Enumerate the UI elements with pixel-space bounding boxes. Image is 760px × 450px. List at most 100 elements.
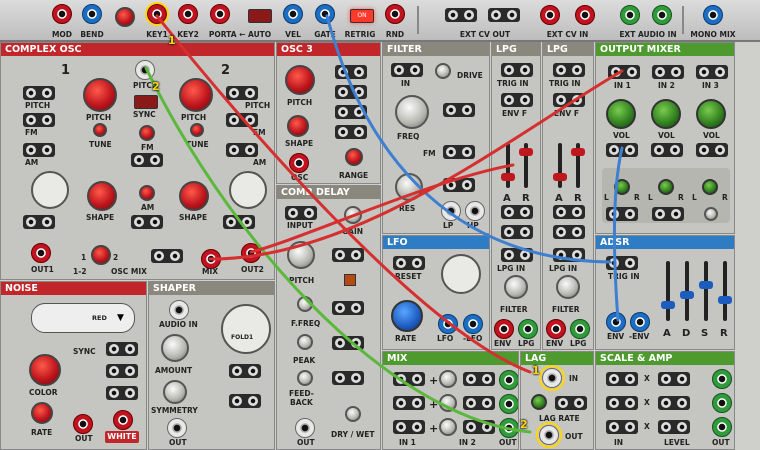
lag-rate-cv[interactable] [555,396,587,410]
lag-rate-knob[interactable] [531,394,547,410]
mix-row1-in1[interactable] [393,372,425,386]
mixer-pan-cv-1[interactable] [606,207,638,221]
ext-audio-in-jack-1[interactable] [620,5,640,25]
osc2-fm-cv[interactable] [226,113,258,127]
lpg1-cv-2[interactable] [501,225,533,239]
mix-row2-knob[interactable] [439,394,457,412]
adsr-env-jack[interactable] [606,312,626,332]
comb-pitch-knob[interactable] [287,241,315,269]
osc-mix-knob[interactable] [91,245,111,265]
osc3-cv-3[interactable] [335,105,367,119]
out2-jack[interactable] [241,243,261,263]
comb-out-jack[interactable] [295,418,315,438]
osc1-tune-knob[interactable] [93,123,107,137]
scale-row1-out[interactable] [712,369,732,389]
osc2-am-cv[interactable] [226,143,258,157]
comb-drywet-knob[interactable] [345,406,361,422]
mix-row2-out[interactable] [499,394,518,414]
noise-color-knob[interactable] [29,354,61,386]
osc3-cv-4[interactable] [335,125,367,139]
mix-row1-out[interactable] [499,370,518,390]
lfo-reset-jack[interactable] [393,256,425,270]
retrig-switch[interactable]: ON [350,9,374,23]
lpg2-envf-jack[interactable] [553,93,585,107]
lpg2-out-jack[interactable] [570,319,590,339]
mixer-vol2-cv[interactable] [651,143,683,157]
osc1-pitch-cv[interactable] [23,86,55,100]
comb-peak-knob[interactable] [297,334,313,350]
scale-row3-level[interactable] [658,420,690,434]
filter-res-cv[interactable] [443,178,475,192]
lfo-rate-knob[interactable] [391,300,423,332]
scale-row3-in[interactable] [606,420,638,434]
ext-cv-in-jack-1[interactable] [540,5,560,25]
osc3-range-knob[interactable] [345,148,363,166]
mixer-vol2-knob[interactable] [651,99,681,129]
out1-jack[interactable] [31,243,51,263]
porta-jack[interactable] [210,4,230,24]
adsr-trig-jack[interactable] [606,256,638,270]
osc1-am-cv[interactable] [23,143,55,157]
osc3-cv-1[interactable] [335,65,367,79]
mix-row3-knob[interactable] [439,418,457,436]
mixer-vol1-cv[interactable] [606,143,638,157]
mix-row3-in2[interactable] [463,420,495,434]
shaper-amount-knob[interactable] [161,334,189,362]
scale-row1-level[interactable] [658,372,690,386]
adsr-r-slider[interactable] [718,261,732,321]
scale-row3-out[interactable] [712,417,732,437]
lpg2-in-jack[interactable] [553,248,585,262]
noise-white-jack[interactable] [113,410,133,430]
scale-row1-in[interactable] [606,372,638,386]
mixer-pan-cv-2[interactable] [652,207,684,221]
noise-type-selector[interactable]: RED ▼ [31,303,135,333]
osc1-pitch-knob[interactable] [83,78,117,112]
lpg2-cv-2[interactable] [553,225,585,239]
lpg1-trig-jack[interactable] [501,63,533,77]
comb-feedback-knob[interactable] [297,370,313,386]
lpg2-filter-knob[interactable] [556,275,580,299]
comb-mode-led[interactable] [344,274,356,286]
ext-cv-out-jack-2[interactable] [488,8,520,22]
osc2-shape-knob[interactable] [179,181,209,211]
mixer-vol1-knob[interactable] [606,99,636,129]
porta-auto-switch[interactable] [248,9,272,23]
shaper-symmetry-knob[interactable] [163,380,187,404]
comb-cv-4[interactable] [332,371,364,385]
shaper-symmetry-cv[interactable] [229,394,261,408]
lpg1-env-jack[interactable] [494,319,514,339]
filter-hp-jack[interactable] [465,201,485,221]
bend-jack[interactable] [82,4,102,24]
osc3-cv-2[interactable] [335,85,367,99]
shaper-amount-cv[interactable] [229,364,261,378]
mixer-pan3-knob[interactable] [702,179,718,195]
comb-cv-3[interactable] [332,336,364,350]
lpg2-trig-jack[interactable] [553,63,585,77]
noise-sync-cv[interactable] [106,342,138,356]
mixer-vol3-knob[interactable] [696,99,726,129]
ext-audio-in-jack-2[interactable] [652,5,672,25]
osc2-shape-cv[interactable] [223,215,255,229]
mixer-vol3-cv[interactable] [696,143,728,157]
adsr-s-slider[interactable] [699,261,713,321]
osc2-tune-knob[interactable] [190,123,204,137]
mix-row1-in2[interactable] [463,372,495,386]
comb-ffreq-knob[interactable] [297,296,313,312]
mixer-pan-depth-knob[interactable] [704,207,718,221]
osc-mix-cv[interactable] [151,249,183,263]
osc3-pitch-knob[interactable] [285,65,315,95]
osc1-shape-cv[interactable] [23,215,55,229]
osc3-out-jack[interactable] [289,153,309,173]
sync-pitch-jack[interactable] [135,60,155,80]
comb-gain-knob[interactable] [344,206,362,224]
mix-out-jack[interactable] [201,249,221,269]
am-amount-knob[interactable] [139,185,155,201]
lpg2-a-slider[interactable] [553,143,567,188]
adsr-d-slider[interactable] [680,261,694,321]
mixer-in1-jack[interactable] [608,65,640,79]
lfo-out-jack[interactable] [438,314,458,334]
noise-cv-2[interactable] [106,386,138,400]
mixer-in3-jack[interactable] [696,65,728,79]
ext-cv-in-jack-2[interactable] [575,5,595,25]
scale-row2-out[interactable] [712,393,732,413]
